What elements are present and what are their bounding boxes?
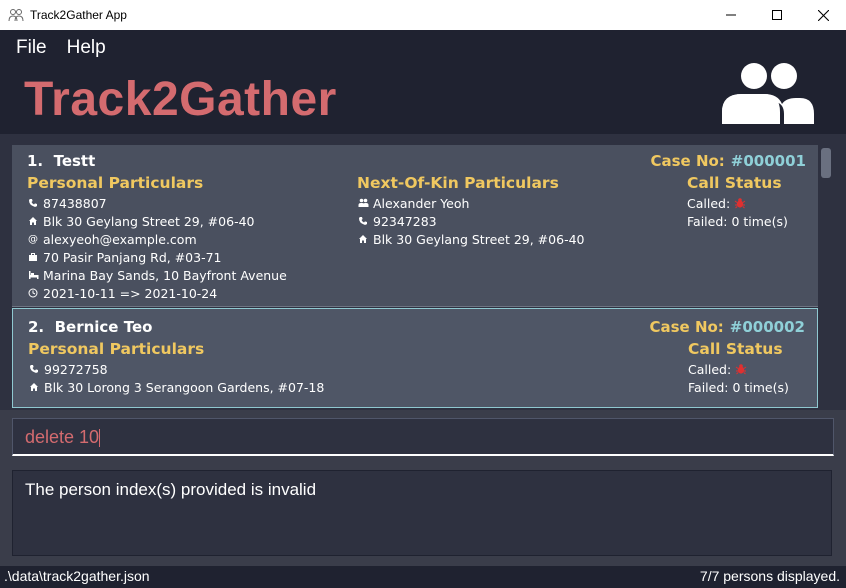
briefcase-icon	[27, 251, 39, 263]
work-address-text: 70 Pasir Panjang Rd, #03-71	[43, 249, 222, 265]
result-message: The person index(s) provided is invalid	[25, 480, 317, 499]
text-caret	[99, 429, 101, 448]
result-display[interactable]: The person index(s) provided is invalid	[12, 470, 832, 556]
case-number: Case No: #000001	[650, 152, 806, 170]
failed-row: Failed: 0 time(s)	[687, 213, 788, 229]
person-index: 1.	[27, 152, 44, 170]
close-icon	[817, 9, 829, 21]
nok-phone-row: 92347283	[357, 212, 437, 230]
home-icon	[27, 215, 39, 227]
called-label: Called:	[688, 361, 732, 377]
list-scrollbar-thumb[interactable]	[821, 148, 831, 178]
person-index: 2.	[28, 318, 45, 336]
app-people-icon	[8, 9, 24, 22]
maximize-button[interactable]	[754, 0, 800, 30]
title-bar: Track2Gather App	[0, 0, 846, 30]
bed-icon	[27, 269, 39, 281]
nok-name-text: Alexander Yeoh	[373, 195, 470, 211]
person-card-selected[interactable]: 2. Bernice Teo Case No: #000002 Personal …	[12, 308, 818, 408]
called-row: Called:	[687, 194, 746, 212]
command-input[interactable]: delete 10	[12, 418, 834, 456]
command-text: delete 10	[25, 427, 100, 447]
nok-address-row: Blk 30 Geylang Street 29, #06-40	[357, 230, 584, 248]
case-label: Case No:	[649, 318, 724, 336]
quarantine-address-text: Marina Bay Sands, 10 Bayfront Avenue	[43, 267, 287, 283]
close-button[interactable]	[800, 0, 846, 30]
home-address-text: Blk 30 Geylang Street 29, #06-40	[43, 213, 255, 229]
case-number-value: #000002	[729, 318, 805, 336]
app-header: File Help Track2Gather	[0, 30, 846, 134]
person-list[interactable]: 1. Testt Case No: #000001 Personal Partic…	[0, 134, 846, 410]
app-brand-title: Track2Gather	[24, 73, 337, 126]
home-icon	[28, 381, 40, 393]
person-card[interactable]: 1. Testt Case No: #000001 Personal Partic…	[12, 145, 818, 307]
clock-icon	[27, 287, 39, 299]
status-bar: .\data\track2gather.json 7/7 persons dis…	[0, 566, 846, 588]
command-panel: delete 10	[0, 410, 846, 462]
menu-help[interactable]: Help	[57, 36, 116, 60]
save-file-path: .\data\track2gather.json	[4, 568, 150, 584]
quarantine-period-text: 2021-10-11 => 2021-10-24	[43, 285, 218, 301]
menu-file[interactable]: File	[6, 36, 57, 60]
next-of-kin-title: Next-Of-Kin Particulars	[357, 174, 559, 192]
phone-text: 87438807	[43, 195, 107, 211]
case-number-value: #000001	[730, 152, 806, 170]
home-row: Blk 30 Geylang Street 29, #06-40	[27, 212, 254, 230]
nok-phone-text: 92347283	[373, 213, 437, 229]
menu-bar: File Help	[6, 36, 116, 60]
personal-particulars-title: Personal Particulars	[28, 340, 205, 358]
case-number: Case No: #000002	[649, 318, 805, 336]
work-row: 70 Pasir Panjang Rd, #03-71	[27, 248, 222, 266]
bug-icon	[735, 364, 747, 375]
minimize-button[interactable]	[708, 0, 754, 30]
maximize-icon	[772, 10, 782, 20]
call-status-title: Call Status	[688, 340, 783, 358]
home-row: Blk 30 Lorong 3 Serangoon Gardens, #07-1…	[28, 378, 324, 396]
personal-particulars-title: Personal Particulars	[27, 174, 204, 192]
case-label: Case No:	[650, 152, 725, 170]
nok-address-text: Blk 30 Geylang Street 29, #06-40	[373, 231, 585, 247]
people-icon	[357, 197, 369, 209]
person-name: 2. Bernice Teo	[28, 318, 152, 336]
failed-row: Failed: 0 time(s)	[688, 379, 789, 395]
nok-name-row: Alexander Yeoh	[357, 194, 469, 212]
person-name-text: Bernice Teo	[54, 318, 153, 336]
email-text: alexyeoh@example.com	[43, 231, 197, 247]
at-icon: @	[28, 233, 38, 245]
people-logo-icon	[722, 63, 814, 124]
phone-row: 87438807	[27, 194, 107, 212]
period-row: 2021-10-11 => 2021-10-24	[27, 284, 217, 302]
bug-icon	[734, 198, 746, 209]
minimize-icon	[726, 14, 736, 16]
person-name: 1. Testt	[27, 152, 95, 170]
called-label: Called:	[687, 195, 731, 211]
home-address-text: Blk 30 Lorong 3 Serangoon Gardens, #07-1…	[44, 379, 325, 395]
called-row: Called:	[688, 360, 747, 378]
result-panel: The person index(s) provided is invalid	[0, 462, 846, 566]
phone-row: 99272758	[28, 360, 108, 378]
phone-icon	[357, 215, 369, 227]
persons-displayed-count: 7/7 persons displayed.	[699, 568, 840, 584]
window-title: Track2Gather App	[30, 8, 127, 22]
phone-text: 99272758	[44, 361, 108, 377]
call-status-title: Call Status	[687, 174, 782, 192]
home-icon	[357, 233, 369, 245]
phone-icon	[27, 197, 39, 209]
app-window: Track2Gather App File Help Track2Gather	[0, 0, 846, 588]
phone-icon	[28, 363, 40, 375]
person-name-text: Testt	[53, 152, 96, 170]
email-row: @ alexyeoh@example.com	[27, 230, 197, 248]
quarantine-row: Marina Bay Sands, 10 Bayfront Avenue	[27, 266, 287, 284]
